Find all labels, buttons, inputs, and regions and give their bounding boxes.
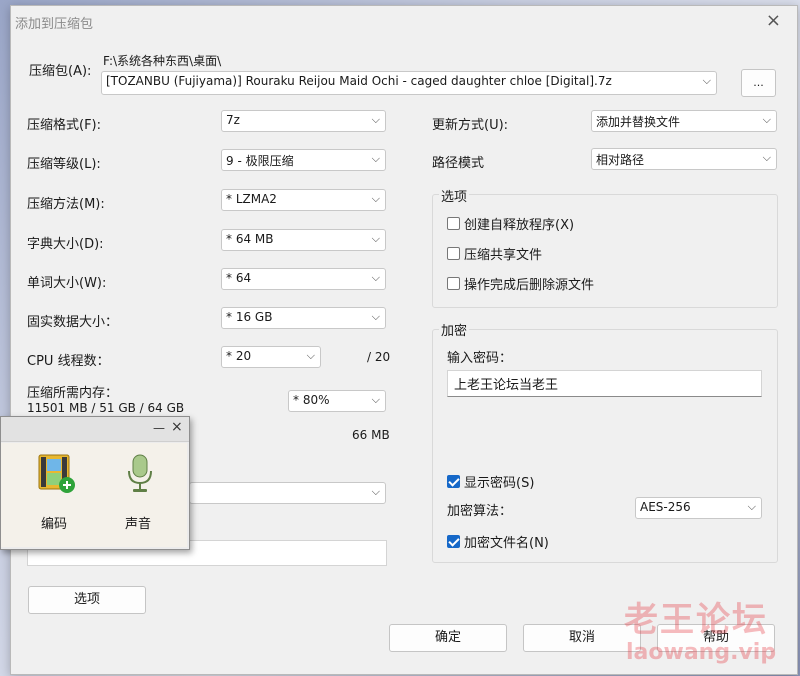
memory-value: * 80% (293, 393, 330, 407)
level-value: 9 - 极限压缩 (226, 154, 294, 168)
checkbox-checked-icon (447, 475, 460, 488)
ok-button[interactable]: 确定 (389, 624, 507, 652)
overlay-body: 编码 声音 (1, 443, 187, 547)
format-value: 7z (226, 113, 240, 127)
threads-value: * 20 (226, 349, 252, 363)
archive-filename-combo[interactable]: [TOZANBU (Fujiyama)] Rouraku Reijou Maid… (101, 71, 717, 95)
encryption-method-select[interactable]: AES-256 ⌵ (635, 497, 762, 519)
update-select[interactable]: 添加并替换文件 ⌵ (591, 110, 777, 132)
dict-value: * 64 MB (226, 232, 274, 246)
delete-source-label: 操作完成后删除源文件 (464, 278, 595, 293)
chevron-down-icon: ⌵ (747, 500, 756, 513)
method-value: * LZMA2 (226, 192, 277, 206)
memory-select[interactable]: * 80% ⌵ (288, 390, 386, 412)
chevron-down-icon: ⌵ (762, 151, 771, 164)
format-select[interactable]: 7z ⌵ (221, 110, 386, 132)
title-bar[interactable]: 添加到压缩包 × (11, 6, 797, 36)
chevron-down-icon: ⌵ (306, 349, 315, 362)
encryption-method-label: 加密算法： (447, 504, 513, 519)
dict-select[interactable]: * 64 MB ⌵ (221, 229, 386, 251)
chevron-down-icon: ⌵ (371, 485, 380, 498)
word-select[interactable]: * 64 ⌵ (221, 268, 386, 290)
shared-checkbox[interactable]: 压缩共享文件 (447, 244, 542, 263)
window-title: 添加到压缩包 (15, 17, 94, 32)
microphone-icon[interactable] (123, 453, 157, 495)
checkbox-icon (447, 277, 460, 290)
sfx-checkbox[interactable]: 创建自释放程序(X) (447, 214, 574, 233)
memory-detail: 11501 MB / 51 GB / 64 GB (27, 401, 185, 415)
archive-path: F:\系统各种东西\桌面\ (103, 54, 222, 68)
level-label: 压缩等级(L): (27, 157, 101, 172)
shared-label: 压缩共享文件 (464, 248, 543, 263)
audio-label: 声音 (125, 517, 152, 532)
encrypt-names-label: 加密文件名(N) (464, 536, 549, 551)
hidden-select[interactable]: ⌵ (189, 482, 386, 504)
chevron-down-icon: ⌵ (702, 74, 711, 87)
solid-value: * 16 GB (226, 310, 273, 324)
browse-button[interactable]: ... (741, 69, 776, 97)
word-value: * 64 (226, 271, 252, 285)
delete-source-checkbox[interactable]: 操作完成后删除源文件 (447, 274, 594, 293)
encrypt-names-checkbox[interactable]: 加密文件名(N) (447, 532, 549, 551)
archive-label: 压缩包(A): (29, 64, 92, 79)
memory-label: 压缩所需内存： (27, 386, 119, 401)
decompress-memory: 66 MB (352, 428, 390, 442)
show-password-checkbox[interactable]: 显示密码(S) (447, 472, 534, 491)
dict-label: 字典大小(D): (27, 237, 104, 252)
archive-filename: [TOZANBU (Fujiyama)] Rouraku Reijou Maid… (106, 74, 612, 88)
pathmode-value: 相对路径 (596, 153, 645, 167)
chevron-down-icon: ⌵ (371, 113, 380, 126)
method-label: 压缩方法(M): (27, 197, 105, 212)
solid-label: 固实数据大小： (27, 315, 119, 330)
password-label: 输入密码： (447, 351, 513, 366)
pathmode-select[interactable]: 相对路径 ⌵ (591, 148, 777, 170)
threads-max: / 20 (367, 350, 391, 364)
encryption-group-title: 加密 (439, 320, 470, 339)
options-group-title: 选项 (439, 186, 470, 205)
film-add-icon[interactable] (37, 453, 77, 495)
minimize-icon[interactable]: — (153, 421, 165, 435)
word-label: 单词大小(W): (27, 276, 107, 291)
solid-select[interactable]: * 16 GB ⌵ (221, 307, 386, 329)
password-input[interactable]: 上老王论坛当老王 (447, 370, 762, 397)
overlay-window: — × 编码 声音 (0, 416, 190, 550)
encode-label: 编码 (41, 517, 68, 532)
update-value: 添加并替换文件 (596, 115, 681, 129)
chevron-down-icon: ⌵ (371, 192, 380, 205)
chevron-down-icon: ⌵ (371, 271, 380, 284)
add-to-archive-dialog: 添加到压缩包 × 压缩包(A): F:\系统各种东西\桌面\ [TOZANBU … (10, 5, 798, 675)
format-label: 压缩格式(F): (27, 118, 102, 133)
update-label: 更新方式(U): (432, 118, 509, 133)
overlay-title-bar[interactable]: — × (1, 417, 189, 442)
chevron-down-icon: ⌵ (371, 393, 380, 406)
chevron-down-icon: ⌵ (371, 232, 380, 245)
checkbox-checked-icon (447, 535, 460, 548)
watermark-url: laowang.vip (626, 640, 777, 665)
threads-select[interactable]: * 20 ⌵ (221, 346, 321, 368)
encryption-method-value: AES-256 (640, 500, 691, 514)
show-password-label: 显示密码(S) (464, 476, 535, 491)
sfx-label: 创建自释放程序(X) (464, 218, 575, 233)
chevron-down-icon: ⌵ (371, 310, 380, 323)
checkbox-icon (447, 217, 460, 230)
close-icon[interactable]: × (171, 419, 183, 435)
watermark-text: 老王论坛 (624, 600, 768, 640)
checkbox-icon (447, 247, 460, 260)
level-select[interactable]: 9 - 极限压缩 ⌵ (221, 149, 386, 171)
options-button[interactable]: 选项 (28, 586, 146, 614)
method-select[interactable]: * LZMA2 ⌵ (221, 189, 386, 211)
pathmode-label: 路径模式 (432, 156, 485, 171)
chevron-down-icon: ⌵ (371, 152, 380, 165)
close-icon[interactable]: × (766, 10, 781, 31)
chevron-down-icon: ⌵ (762, 113, 771, 126)
threads-label: CPU 线程数： (27, 354, 110, 369)
